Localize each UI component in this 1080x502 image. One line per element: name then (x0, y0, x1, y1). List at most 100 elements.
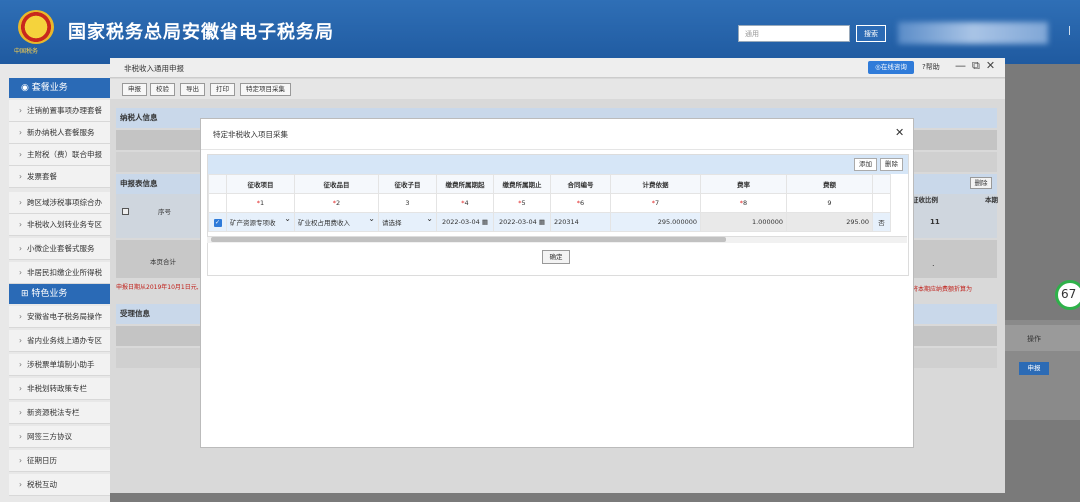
index-cell: 1 (226, 193, 295, 213)
ratio-header: 征收比例 (912, 196, 938, 204)
export-button[interactable]: 导出 (180, 83, 205, 96)
index-cell (208, 193, 227, 213)
table-row[interactable]: ✓ 矿产资源专项收 矿业权占用费收入 请选择 2022-03-04 ▦ 2022… (208, 212, 891, 232)
declaration-note: 申报日期从2019年10月1日元, (116, 284, 199, 291)
column-header: 计费依据 (610, 174, 701, 194)
window-title: 非税收入通用申报 (124, 64, 184, 73)
print-button[interactable]: 打印 (210, 83, 235, 96)
index-cell: 7 (610, 193, 701, 213)
right-panel-strip (1005, 325, 1080, 351)
rate-value: 1.000000 (700, 212, 787, 232)
sidebar-item[interactable]: 安徽省电子税务局操作 (9, 306, 110, 328)
sidebar-item[interactable]: 发票套餐 (9, 166, 110, 188)
site-title: 国家税务总局安徽省电子税务局 (68, 22, 334, 43)
sidebar-item[interactable]: 跨区域涉税事项综合办 (9, 192, 110, 214)
online-consult-button[interactable]: ◎在线咨询 (868, 61, 914, 74)
index-cell: 3 (378, 193, 437, 213)
sidebar-group-package[interactable]: ◉ 套餐业务 (9, 78, 110, 98)
checkmark-icon: ✓ (213, 218, 222, 227)
column-header (872, 174, 891, 194)
help-link[interactable]: ?帮助 (922, 62, 940, 72)
ratio-index: 11 (930, 218, 940, 226)
sidebar-item[interactable]: 小微企业套餐式服务 (9, 238, 110, 260)
modal-title: 特定非税收入项目采集 (213, 130, 288, 139)
column-header: 合同编号 (550, 174, 611, 194)
column-header: 缴费所属期止 (493, 174, 551, 194)
modal-divider (201, 149, 913, 150)
extra-value: 否 (872, 212, 891, 232)
sidebar-group-feature[interactable]: ⊞ 特色业务 (9, 284, 110, 304)
operation-header: 操作 (1027, 335, 1041, 343)
grid-icon: ⊞ (21, 289, 32, 299)
seq-header: 序号 (158, 208, 171, 216)
header-separator: | (1068, 26, 1072, 36)
index-cell: 2 (294, 193, 379, 213)
table-index-row: 1 2 3 4 5 6 7 8 9 (208, 193, 891, 213)
total-value: . (932, 259, 935, 268)
sidebar-item[interactable]: 征期日历 (9, 450, 110, 472)
bg-delete-button[interactable]: 删除 (970, 177, 992, 189)
index-cell: 6 (550, 193, 611, 213)
column-header: 征收子目 (378, 174, 437, 194)
confirm-button[interactable]: 确定 (542, 250, 570, 264)
index-cell (872, 193, 891, 213)
sidebar-item[interactable]: 非居民扣缴企业所得税 (9, 262, 110, 284)
index-cell: 8 (700, 193, 787, 213)
search-button[interactable]: 搜索 (856, 25, 886, 42)
subitem-select[interactable]: 请选择 (378, 212, 437, 232)
period-end-field[interactable]: 2022-03-04 ▦ (493, 212, 551, 232)
add-row-button[interactable]: 添加 (854, 158, 877, 171)
column-header (208, 174, 227, 194)
close-icon[interactable]: ✕ (986, 59, 1001, 72)
logo-caption: 中国税务 (14, 48, 39, 55)
sidebar-item[interactable]: 新资源税法专栏 (9, 402, 110, 424)
maximize-icon[interactable]: ⧉ (972, 59, 986, 72)
sidebar: ◉ 套餐业务 注销前置事项办理套餐 新办纳税人套餐服务 主附税（费）联合申报 发… (0, 64, 110, 502)
package-icon: ◉ (21, 83, 32, 93)
scrollbar-thumb[interactable] (211, 237, 726, 242)
sidebar-item[interactable]: 非税收入划转业务专区 (9, 214, 110, 236)
sidebar-item[interactable]: 主附税（费）联合申报 (9, 144, 110, 166)
window-controls[interactable]: —⧉✕ (955, 59, 1001, 73)
sidebar-item[interactable]: 注销前置事项办理套餐 (9, 100, 110, 122)
special-item-collect-button[interactable]: 特定项目采集 (240, 83, 291, 96)
special-item-modal: 特定非税收入项目采集 ✕ 添加 删除 征收项目 征收品目 征收子目 缴费所属期起… (200, 118, 914, 448)
apply-button[interactable]: 申报 (1019, 362, 1049, 375)
window-toolbar: 申报 校验 导出 打印 特定项目采集 (110, 79, 1005, 99)
user-info-blurred (898, 22, 1048, 44)
grid-toolbar: 添加 删除 (208, 155, 908, 174)
contract-no-field[interactable]: 220314 (550, 212, 611, 232)
search-input[interactable]: 通用 (738, 25, 850, 42)
sidebar-item[interactable]: 新办纳税人套餐服务 (9, 122, 110, 144)
calendar-icon[interactable]: ▦ (537, 218, 545, 226)
calendar-icon[interactable]: ▦ (480, 218, 488, 226)
index-cell: 5 (493, 193, 551, 213)
column-header: 征收品目 (294, 174, 379, 194)
item-select[interactable]: 矿业权占用费收入 (294, 212, 379, 232)
tax-emblem-logo (18, 10, 54, 44)
index-cell: 4 (436, 193, 494, 213)
select-all-checkbox[interactable] (122, 208, 129, 215)
column-header: 费率 (700, 174, 787, 194)
sidebar-item[interactable]: 网签三方协议 (9, 426, 110, 448)
row-checkbox[interactable]: ✓ (208, 212, 227, 232)
basis-field[interactable]: 295.000000 (610, 212, 701, 232)
index-cell: 9 (786, 193, 873, 213)
sidebar-item[interactable]: 省内业务线上通办专区 (9, 330, 110, 352)
validate-button[interactable]: 校验 (150, 83, 175, 96)
sidebar-item[interactable]: 税税互动 (9, 474, 110, 496)
period-start-field[interactable]: 2022-03-04 ▦ (436, 212, 494, 232)
page-total-label: 本页合计 (150, 258, 176, 266)
current-period-header: 本期 (985, 196, 998, 204)
declare-button[interactable]: 申报 (122, 83, 147, 96)
network-speed-badge: 670K/s (1055, 280, 1080, 310)
minimize-icon[interactable]: — (955, 59, 972, 72)
sidebar-item[interactable]: 非税划转政策专栏 (9, 378, 110, 400)
column-header: 征收项目 (226, 174, 295, 194)
delete-row-button[interactable]: 删除 (880, 158, 903, 171)
sidebar-item[interactable]: 涉税票单填制小助手 (9, 354, 110, 376)
amount-value: 295.00 (786, 212, 873, 232)
project-select[interactable]: 矿产资源专项收 (226, 212, 295, 232)
modal-close-icon[interactable]: ✕ (895, 126, 904, 139)
column-header: 缴费所属期起 (436, 174, 494, 194)
